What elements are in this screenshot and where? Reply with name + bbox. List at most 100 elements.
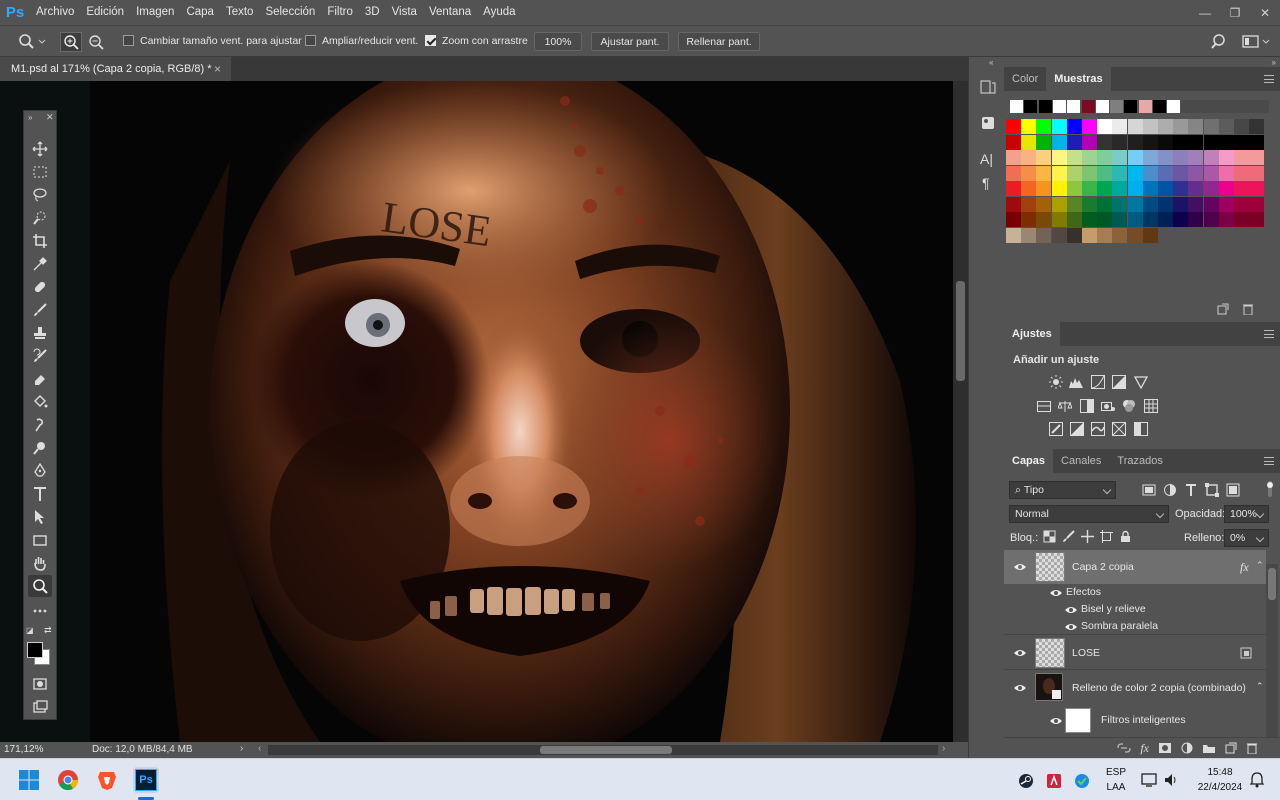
swatch[interactable] xyxy=(1218,212,1234,227)
visibility-eye-icon[interactable] xyxy=(1013,562,1027,572)
zoom-all-checkbox[interactable] xyxy=(305,35,316,46)
recent-swatch[interactable] xyxy=(1010,100,1023,113)
swatch[interactable] xyxy=(1112,212,1128,227)
swatch[interactable] xyxy=(1188,119,1204,134)
swatch[interactable] xyxy=(1158,134,1173,150)
fill-input[interactable]: 0% xyxy=(1224,529,1269,547)
swatch[interactable] xyxy=(1173,181,1189,196)
swatch[interactable] xyxy=(1203,181,1219,196)
rectangle-tool-icon[interactable] xyxy=(28,529,52,551)
scroll-left-icon[interactable]: ‹ xyxy=(258,743,261,754)
recent-swatch[interactable] xyxy=(1024,100,1038,113)
swatch[interactable] xyxy=(1112,150,1128,165)
swatch[interactable] xyxy=(1006,150,1021,165)
zoom-in-button[interactable] xyxy=(60,32,82,52)
zoom-level[interactable]: 171,12% xyxy=(4,744,43,755)
filter-toggle-switch[interactable] xyxy=(1266,481,1274,497)
tab-channels[interactable]: Canales xyxy=(1053,449,1109,473)
swatch[interactable] xyxy=(1203,119,1219,134)
recent-swatch[interactable] xyxy=(1153,100,1166,113)
keyboard-layout-indicator[interactable]: LAA xyxy=(1104,782,1128,793)
layers-scrollbar[interactable] xyxy=(1266,564,1278,737)
swatch[interactable] xyxy=(1006,165,1021,181)
tab-layers[interactable]: Capas xyxy=(1004,449,1054,473)
swatch[interactable] xyxy=(1112,181,1128,196)
menu-archivo[interactable]: Archivo xyxy=(30,0,80,25)
swatch[interactable] xyxy=(1188,181,1204,196)
paragraph-panel-icon[interactable]: ¶ xyxy=(982,175,990,191)
eraser-tool-icon[interactable] xyxy=(28,368,52,390)
swatch[interactable] xyxy=(1051,181,1067,196)
swatch[interactable] xyxy=(1097,227,1113,243)
fill-screen-button[interactable]: Rellenar pant. xyxy=(678,32,760,51)
swatch[interactable] xyxy=(1021,196,1037,212)
swatch[interactable] xyxy=(1036,227,1052,243)
foreground-color-swatch[interactable] xyxy=(27,642,43,658)
swatch[interactable] xyxy=(1127,227,1143,243)
zoom-100-button[interactable]: 100% xyxy=(534,32,582,51)
swatch[interactable] xyxy=(1234,119,1249,134)
menu-filtro[interactable]: Filtro xyxy=(321,0,359,25)
swatch[interactable] xyxy=(1051,212,1067,227)
status-menu-arrow-icon[interactable]: › xyxy=(240,743,243,754)
more-tools-icon[interactable] xyxy=(28,600,52,622)
swatch[interactable] xyxy=(1249,119,1265,134)
swatch[interactable] xyxy=(1127,150,1143,165)
bevel-emboss-row[interactable]: Bisel y relieve xyxy=(1004,601,1266,618)
recent-swatch[interactable] xyxy=(1167,100,1181,113)
lock-position-icon[interactable] xyxy=(1081,530,1094,543)
color-lookup-icon[interactable] xyxy=(1144,399,1158,413)
zoom-out-button[interactable] xyxy=(86,33,106,51)
swatch[interactable] xyxy=(1036,165,1052,181)
swatch[interactable] xyxy=(1249,196,1265,212)
default-colors-icon[interactable]: ◪ xyxy=(26,626,34,635)
collapse-strip-icon[interactable]: « xyxy=(989,58,993,67)
swatch[interactable] xyxy=(1036,134,1052,150)
vibrance-icon[interactable] xyxy=(1134,375,1148,389)
swatch[interactable] xyxy=(1142,181,1158,196)
swatch[interactable] xyxy=(1234,196,1249,212)
hand-tool-icon[interactable] xyxy=(28,552,52,574)
layer-row-lose[interactable]: LOSE xyxy=(1004,636,1266,670)
recent-swatch[interactable] xyxy=(1067,100,1081,113)
swatch[interactable] xyxy=(1066,134,1082,150)
swatch[interactable] xyxy=(1082,134,1097,150)
properties-panel-icon[interactable] xyxy=(980,115,996,131)
swatch[interactable] xyxy=(1082,119,1097,134)
menu-edicion[interactable]: Edición xyxy=(80,0,130,25)
horizontal-scrollbar[interactable] xyxy=(268,745,938,755)
swatch[interactable] xyxy=(1112,165,1128,181)
swatch[interactable] xyxy=(1142,150,1158,165)
swatch[interactable] xyxy=(1051,227,1067,243)
menu-texto[interactable]: Texto xyxy=(220,0,260,25)
swatch[interactable] xyxy=(1006,119,1021,134)
crop-tool-icon[interactable] xyxy=(28,230,52,252)
posterize-icon[interactable] xyxy=(1070,422,1084,436)
recent-swatch[interactable] xyxy=(1095,100,1109,113)
visibility-eye-icon[interactable] xyxy=(1013,648,1027,658)
expand-effects-icon[interactable]: ⌃ xyxy=(1256,560,1264,571)
swatch[interactable] xyxy=(1142,134,1158,150)
swatch[interactable] xyxy=(1249,150,1265,165)
swatch[interactable] xyxy=(1218,150,1234,165)
link-layers-icon[interactable] xyxy=(1117,742,1131,754)
document-close-button[interactable]: × xyxy=(214,62,221,76)
swatch[interactable] xyxy=(1082,165,1097,181)
swatch[interactable] xyxy=(1234,181,1249,196)
swatch[interactable] xyxy=(1249,134,1265,150)
color-balance-icon[interactable] xyxy=(1058,399,1072,413)
move-tool-icon[interactable] xyxy=(28,138,52,160)
volume-icon[interactable] xyxy=(1163,772,1179,788)
swatch[interactable] xyxy=(1234,212,1249,227)
fit-screen-button[interactable]: Ajustar pant. xyxy=(591,32,669,51)
swatches-menu-icon[interactable] xyxy=(1264,75,1274,83)
scrubby-zoom-checkbox[interactable] xyxy=(425,35,436,46)
layers-scroll-thumb[interactable] xyxy=(1268,568,1276,600)
swatch[interactable] xyxy=(1066,150,1082,165)
swatch[interactable] xyxy=(1249,181,1265,196)
swatch[interactable] xyxy=(1173,150,1189,165)
swatch[interactable] xyxy=(1006,212,1021,227)
black-white-icon[interactable] xyxy=(1080,399,1094,413)
swatch[interactable] xyxy=(1036,212,1052,227)
swatch[interactable] xyxy=(1234,134,1249,150)
